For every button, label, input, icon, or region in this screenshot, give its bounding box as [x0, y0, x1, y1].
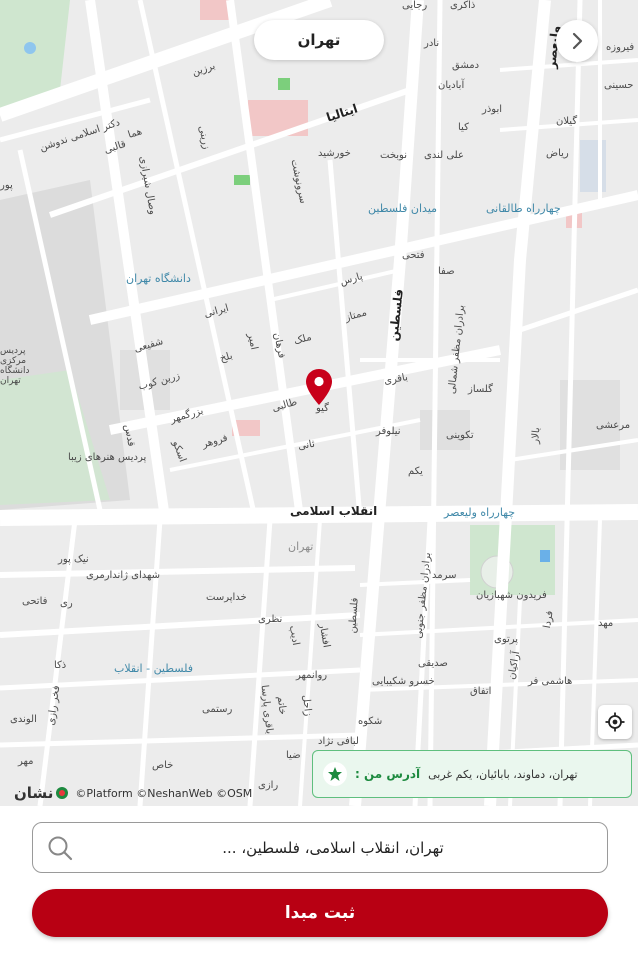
street-label: صفا — [438, 266, 455, 277]
street-label: کیا — [458, 122, 469, 133]
street-label: سرمد — [432, 570, 457, 581]
map-attribution: نشان ©Platform ©NeshanWeb ©OSM — [14, 784, 252, 802]
street-label: رستمی — [202, 704, 233, 715]
street-label: نادر — [424, 38, 440, 49]
my-address-card[interactable]: آدرس من : تهران، دماوند، بابائیان، یکم غ… — [312, 750, 632, 798]
street-label: فیروزه — [606, 42, 635, 53]
city-name: تهران — [297, 31, 341, 49]
street-label: رجایی — [402, 0, 428, 11]
street-label: هاشمی فر — [528, 676, 573, 687]
search-value: تهران، انقلاب اسلامی، فلسطین، ... — [222, 838, 444, 857]
back-button[interactable] — [556, 20, 598, 62]
street-label: نظری — [258, 614, 283, 625]
place-label: دانشگاه تهران — [126, 272, 191, 285]
street-label: تکوینی — [446, 430, 474, 441]
city-selector[interactable]: تهران — [254, 20, 384, 60]
map-view[interactable]: انقلاب اسلامی فلسطین فلسطین ولیعصر ایتال… — [0, 0, 638, 806]
street-label: نیک پور — [58, 554, 89, 565]
address-search-field[interactable]: تهران، انقلاب اسلامی، فلسطین، ... — [32, 822, 608, 873]
street-label: خورشید — [318, 148, 351, 159]
my-address-title: آدرس من : — [355, 767, 421, 781]
place-label: فلسطین - انقلاب — [114, 662, 193, 675]
place-label: پردیس مرکزی دانشگاه تهران — [0, 346, 30, 386]
street-label: دمشق — [452, 60, 480, 71]
street-label: مهد — [598, 618, 614, 629]
attribution-text: ©Platform ©NeshanWeb ©OSM — [75, 786, 253, 800]
street-label: خداپرست — [206, 592, 247, 603]
chevron-right-icon — [572, 32, 583, 50]
street-label: نیلوفر — [376, 426, 401, 437]
street-label: اتفاق — [470, 686, 492, 697]
street-label: پور — [0, 180, 13, 191]
street-label: ذکا — [54, 660, 67, 671]
street-label: آبادیان — [438, 80, 465, 91]
street-label: انقلاب اسلامی — [290, 504, 378, 518]
place-label: تهران — [288, 540, 314, 553]
street-label: مهر — [18, 756, 34, 767]
place-label: چهارراه ولیعصر — [444, 506, 516, 519]
place-label: چهارراه طالقانی — [486, 202, 561, 215]
street-label: رازی — [258, 780, 279, 791]
street-label: خسرو شکیبایی — [372, 676, 435, 687]
submit-origin-button[interactable]: ثبت مبدا — [32, 889, 608, 937]
star-icon — [323, 762, 347, 786]
street-label: زاحل — [300, 694, 314, 717]
neshan-logo-icon — [56, 787, 69, 799]
street-label: شهدای ژاندارمری — [86, 570, 160, 581]
street-label: فاتحی — [22, 596, 48, 607]
search-icon[interactable] — [47, 835, 73, 861]
place-label: پردیس هنرهای زیبا — [68, 452, 147, 463]
street-label: الوندی — [10, 714, 37, 725]
street-label: بالار — [529, 426, 543, 445]
neshan-logo: نشان — [14, 784, 69, 802]
my-address-text: تهران، دماوند، بابائیان، یکم غربی — [428, 767, 578, 781]
street-label: روانمهر — [296, 670, 328, 681]
street-label: پرتوی — [494, 634, 519, 645]
street-label: لبافی نژاد — [318, 736, 359, 747]
street-label: علی لندی — [424, 150, 464, 161]
street-label: گلساز — [468, 384, 493, 395]
place-label: میدان فلسطین — [368, 202, 438, 215]
street-label: ابوذر — [482, 104, 503, 115]
locate-me-button[interactable] — [598, 705, 632, 739]
street-label: یکم — [408, 466, 423, 477]
street-label: خاتم — [274, 695, 288, 716]
street-label: حسینی — [604, 80, 634, 91]
street-label: ضیا — [286, 750, 301, 761]
street-label: فریدون شهبازیان — [476, 590, 547, 601]
street-label: گیلان — [556, 116, 578, 127]
street-label: صدیقی — [418, 658, 448, 669]
street-label: ذاکری — [450, 0, 476, 11]
location-pin-icon[interactable] — [305, 368, 333, 406]
street-label: ریاض — [546, 148, 569, 159]
street-label: نوبخت — [380, 150, 408, 161]
submit-origin-label: ثبت مبدا — [284, 903, 356, 923]
street-label: ری — [60, 598, 73, 609]
street-label: فتحی — [402, 250, 425, 261]
crosshair-icon — [605, 712, 625, 732]
street-label: شکوه — [358, 716, 383, 727]
street-label: مرعشی — [596, 420, 631, 431]
street-label: خاص — [152, 760, 174, 771]
